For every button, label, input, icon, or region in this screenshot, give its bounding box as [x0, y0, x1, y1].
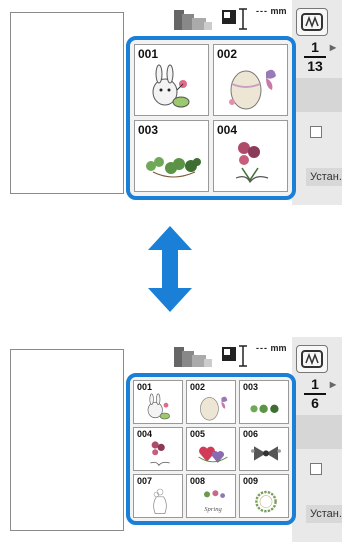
- status-icons: --- mm: [172, 343, 292, 371]
- flower-bouquet-icon: [150, 441, 170, 467]
- width-value: ---: [256, 343, 268, 353]
- flower-bouquet-icon: [235, 142, 269, 184]
- hoop-button[interactable]: [296, 345, 328, 373]
- height-icon: [239, 345, 247, 367]
- side-panel-block: [296, 78, 342, 112]
- set-button[interactable]: Устан.: [306, 505, 342, 523]
- vase-icon: [153, 488, 167, 514]
- page-total: 13: [307, 58, 323, 74]
- page-indicator: 1 6 ▶: [300, 376, 336, 411]
- width-value: ---: [256, 6, 268, 16]
- design-number: 002: [217, 47, 238, 61]
- design-cell-004[interactable]: 004: [133, 427, 183, 471]
- checkbox-button[interactable]: [310, 463, 322, 475]
- checkbox-button[interactable]: [310, 126, 322, 138]
- wreath-icon: [255, 490, 277, 513]
- hearts-icon: [198, 446, 228, 463]
- design-number: 008: [190, 476, 206, 486]
- page-current: 1: [311, 39, 319, 55]
- design-cell-009[interactable]: 009: [239, 474, 289, 518]
- hoop-icon: [301, 350, 323, 368]
- top-screen: --- mm 1 13 ▶ Устан. 001 002 003 004: [0, 0, 342, 205]
- design-number: 006: [243, 429, 259, 439]
- double-arrow-icon: [148, 226, 192, 312]
- right-toolbar: 1 6 ▶ Устан.: [292, 337, 342, 542]
- page-next-arrow-icon[interactable]: ▶: [330, 40, 336, 55]
- design-cell-003[interactable]: 003: [239, 380, 289, 424]
- bottom-screen: --- mm 1 6 ▶ Устан. 001 002 003 004 005 …: [0, 337, 342, 542]
- design-size-icon: [222, 10, 236, 24]
- hoop-size-icon: [174, 10, 212, 30]
- design-number: 003: [243, 382, 259, 392]
- design-cell-003[interactable]: 003: [134, 120, 209, 192]
- design-cell-008[interactable]: 008 Spring: [186, 474, 236, 518]
- page-total: 6: [311, 395, 319, 411]
- design-grid-3x3: 001 002 003 004 005 006 007 008 Spring 0…: [126, 373, 296, 525]
- design-preview-area: [10, 349, 124, 531]
- page-indicator: 1 13 ▶: [300, 39, 336, 74]
- hoop-button[interactable]: [296, 8, 328, 36]
- clover-icon: [146, 157, 201, 178]
- design-number: 004: [137, 429, 153, 439]
- design-number: 002: [190, 382, 206, 392]
- set-button[interactable]: Устан.: [306, 168, 342, 186]
- egg-butterfly-icon: [229, 69, 276, 110]
- bunny-icon: [152, 64, 190, 108]
- design-cell-002[interactable]: 002: [213, 44, 288, 116]
- design-cell-007[interactable]: 007: [133, 474, 183, 518]
- hoop-size-icon: [174, 347, 212, 367]
- design-cell-001[interactable]: 001: [133, 380, 183, 424]
- spring-text: Spring: [204, 506, 222, 513]
- design-number: 003: [138, 123, 159, 137]
- design-size-icon: [222, 347, 236, 361]
- design-number: 005: [190, 429, 206, 439]
- right-toolbar: 1 13 ▶ Устан.: [292, 0, 342, 205]
- bunny-icon: [147, 393, 170, 420]
- design-number: 001: [137, 382, 153, 392]
- design-cell-006[interactable]: 006: [239, 427, 289, 471]
- page-current: 1: [311, 376, 319, 392]
- design-cell-004[interactable]: 004: [213, 120, 288, 192]
- egg-butterfly-icon: [200, 396, 228, 421]
- width-unit: mm: [270, 6, 287, 16]
- page-next-arrow-icon[interactable]: ▶: [330, 377, 336, 392]
- design-grid-2x2: 001 002 003 004: [126, 36, 296, 200]
- spring-text-icon: Spring: [204, 490, 225, 513]
- height-icon: [239, 8, 247, 30]
- bow-icon: [251, 446, 281, 461]
- clover-icon: [250, 404, 279, 413]
- design-number: 004: [217, 123, 238, 137]
- design-cell-005[interactable]: 005: [186, 427, 236, 471]
- design-preview-area: [10, 12, 124, 194]
- design-number: 009: [243, 476, 259, 486]
- design-cell-002[interactable]: 002: [186, 380, 236, 424]
- status-icons: --- mm: [172, 6, 292, 34]
- design-number: 001: [138, 47, 159, 61]
- side-panel-block: [296, 415, 342, 449]
- design-cell-001[interactable]: 001: [134, 44, 209, 116]
- design-number: 007: [137, 476, 153, 486]
- hoop-icon: [301, 13, 323, 31]
- width-unit: mm: [270, 343, 287, 353]
